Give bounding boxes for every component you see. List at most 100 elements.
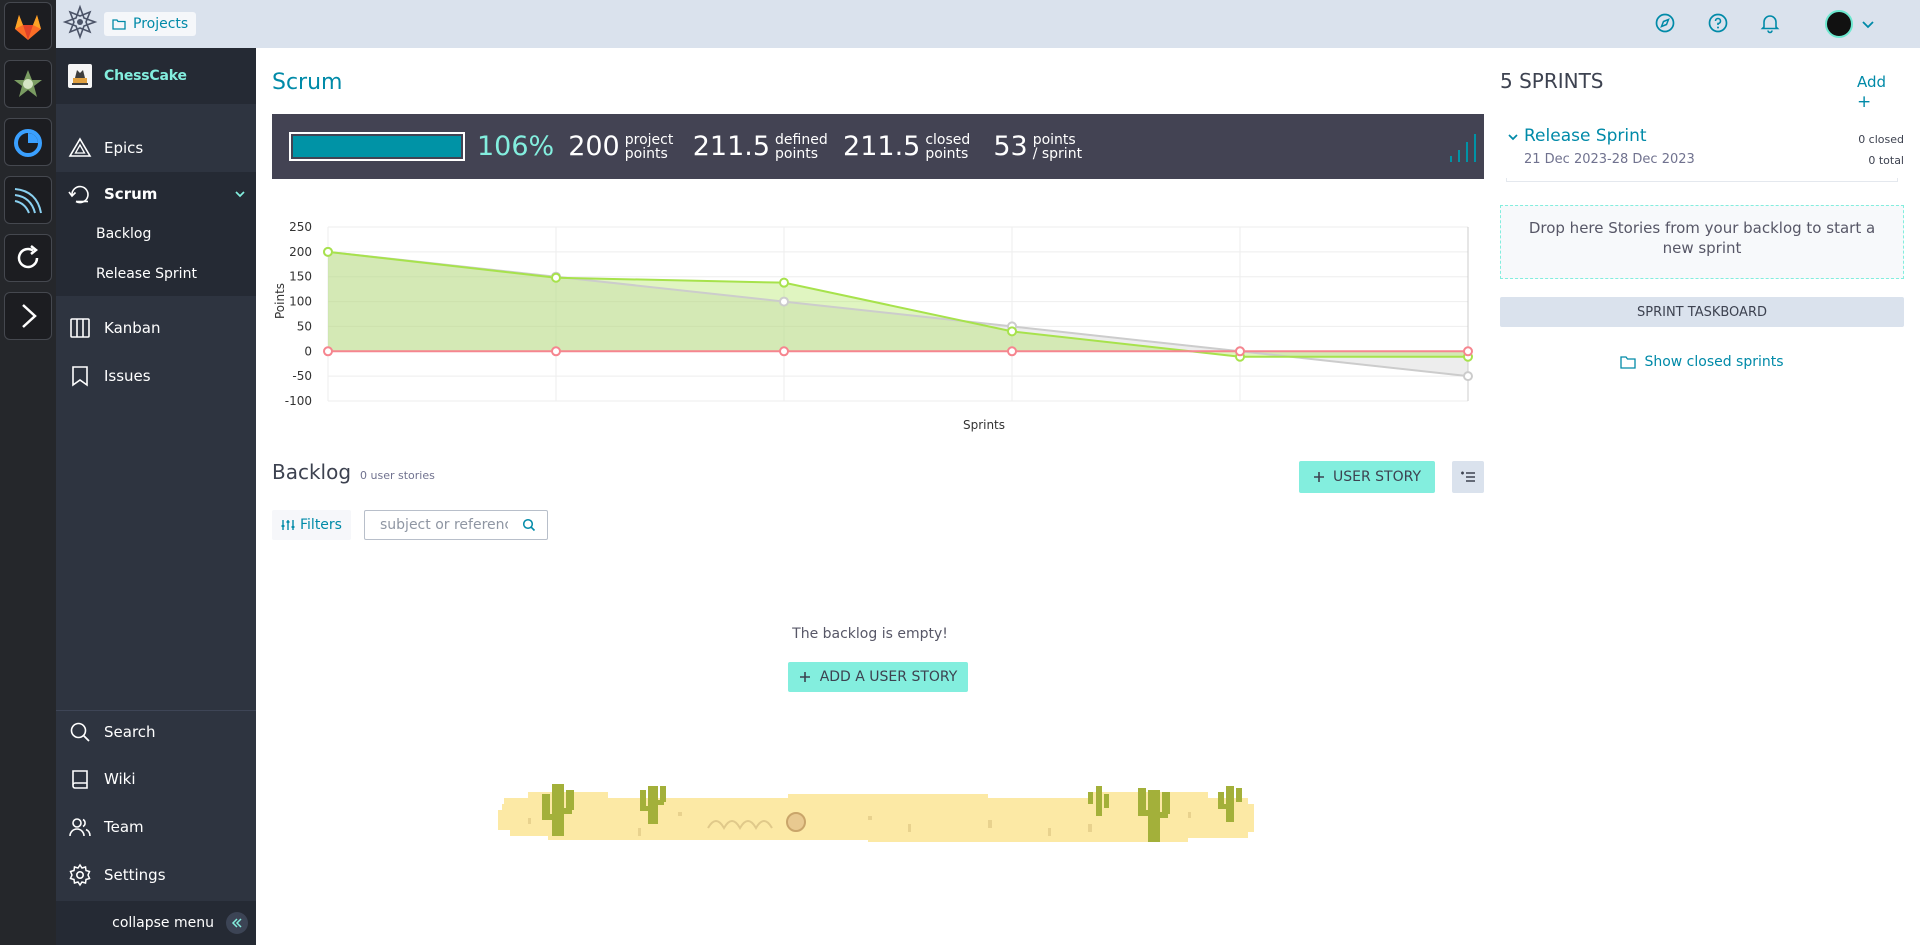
project-logo: [68, 64, 92, 88]
sidebar-item-issues[interactable]: Issues: [56, 354, 256, 398]
empty-backlog-message: The backlog is empty!: [792, 626, 948, 642]
sprint-closed-count: 0 closed: [1858, 133, 1904, 146]
y-axis-label: Points: [273, 283, 287, 319]
add-user-story-button[interactable]: USER STORY: [1299, 461, 1435, 493]
help-icon[interactable]: [1707, 12, 1729, 34]
chevron-down-icon[interactable]: [1507, 133, 1519, 141]
stat-closed-points: 211.5 closed points: [843, 131, 971, 162]
projects-button[interactable]: Projects: [104, 12, 197, 36]
series-1-point: [779, 277, 789, 288]
folder-icon: [112, 19, 126, 30]
arrow-app-icon[interactable]: [4, 292, 52, 340]
show-closed-sprints-link[interactable]: Show closed sprints: [1500, 354, 1904, 370]
wiki-icon: [72, 770, 88, 789]
sidebar-item-label: Team: [104, 818, 144, 836]
project-header[interactable]: ChessCake: [56, 48, 256, 104]
list-add-icon: [1461, 471, 1475, 482]
y-tick-label: -100: [285, 394, 312, 408]
compass-icon[interactable]: [1654, 12, 1676, 34]
add-sprint-button[interactable]: Add +: [1857, 72, 1904, 112]
series-1-point: [1007, 326, 1017, 337]
y-tick-label: -50: [292, 369, 312, 383]
sidebar-item-epics[interactable]: Epics: [56, 126, 256, 170]
issues-icon: [72, 366, 88, 387]
search-icon: [70, 722, 90, 742]
gitlab-app-icon[interactable]: [4, 2, 52, 50]
series-2-point: [779, 346, 789, 357]
y-tick-label: 200: [289, 245, 312, 259]
backlog-search[interactable]: [364, 510, 548, 540]
plus-icon: [799, 672, 810, 682]
sidebar-item-team[interactable]: Team: [56, 805, 256, 849]
bulk-add-button[interactable]: [1452, 461, 1484, 493]
page-title: Scrum: [272, 70, 343, 95]
y-axis-ticks: 250 200 150 100 50 0 -50 -100: [285, 220, 312, 408]
collapse-menu-button[interactable]: [226, 912, 248, 934]
app-dock: [0, 0, 56, 945]
stat-points-per-sprint: 53 points / sprint: [993, 131, 1083, 162]
empty-desert-illustration: [498, 784, 1254, 842]
sidebar-item-label: Search: [104, 723, 156, 741]
series-0-point: [779, 296, 789, 307]
scrum-icon: [68, 185, 89, 204]
sprint-name[interactable]: Release Sprint: [1524, 126, 1647, 146]
plus-icon: [1314, 472, 1324, 482]
add-a-user-story-button[interactable]: ADD A USER STORY: [788, 662, 968, 692]
submenu-release-sprint[interactable]: Release Sprint: [96, 266, 197, 282]
series-2-point: [1007, 346, 1017, 357]
taiga-logo-icon[interactable]: [62, 4, 98, 40]
y-tick-label: 100: [289, 295, 312, 309]
settings-gear-icon: [69, 863, 91, 887]
double-chevron-left-icon: [231, 918, 242, 928]
sprint-total-count: 0 total: [1868, 154, 1904, 167]
collapse-menu[interactable]: collapse menu: [56, 901, 256, 945]
sidebar-item-scrum[interactable]: Scrum: [56, 172, 256, 216]
sidebar-item-settings[interactable]: Settings: [56, 853, 256, 897]
sprint-drop-zone[interactable]: Drop here Stories from your backlog to s…: [1500, 205, 1904, 279]
filters-button[interactable]: Filters: [272, 510, 351, 540]
team-icon: [69, 818, 91, 837]
sidebar-item-label: Scrum: [104, 185, 158, 203]
sidebar-item-label: Issues: [104, 367, 151, 385]
series-2-point: [551, 346, 561, 357]
sidebar-item-search[interactable]: Search: [56, 710, 256, 754]
collapse-menu-label: collapse menu: [112, 915, 214, 931]
search-input[interactable]: [380, 517, 508, 533]
sidebar-item-kanban[interactable]: Kanban: [56, 306, 256, 350]
x-axis-label: Sprints: [963, 418, 1005, 432]
series-area-1: [328, 251, 1468, 357]
sprint-taskboard-button[interactable]: SPRINT TASKBOARD: [1500, 297, 1904, 327]
kanban-icon: [70, 318, 90, 338]
progress-bar: [289, 132, 465, 161]
user-menu[interactable]: [1819, 6, 1889, 42]
folder-icon: [1620, 356, 1637, 369]
project-name: ChessCake: [104, 68, 187, 84]
series-2-point: [1235, 346, 1245, 357]
series-1-point: [551, 272, 561, 283]
inkscape-app-icon[interactable]: [4, 60, 52, 108]
projects-label: Projects: [133, 16, 189, 32]
burndown-chart: 250 200 150 100 50 0 -50 -100 Sprints Points: [273, 220, 1473, 432]
progress-bar-fill: [293, 136, 461, 157]
sprint-stats-bar: 106% 200 project points 211.5 defined po…: [272, 114, 1484, 179]
sidebar-item-label: Settings: [104, 866, 166, 884]
filter-sliders-icon: [281, 520, 295, 530]
sprint-progress-bar: [1506, 178, 1898, 182]
notifications-bell-icon[interactable]: [1759, 12, 1781, 34]
sprint-dates: 21 Dec 2023-28 Dec 2023: [1524, 152, 1695, 167]
timer-app-icon[interactable]: [4, 118, 52, 166]
chevron-down-icon[interactable]: [234, 190, 246, 198]
refresh-app-icon[interactable]: [4, 234, 52, 282]
backlog-title: Backlog: [272, 460, 352, 484]
graph-toggle-icon[interactable]: [1447, 130, 1483, 164]
sidebar-item-wiki[interactable]: Wiki: [56, 757, 256, 801]
submenu-backlog[interactable]: Backlog: [96, 226, 151, 242]
series-2-point: [323, 346, 333, 357]
terminal-app-icon[interactable]: [4, 176, 52, 224]
y-tick-label: 150: [289, 270, 312, 284]
sidebar-item-label: Wiki: [104, 770, 136, 788]
sidebar-item-label: Epics: [104, 139, 144, 157]
series-1-point: [323, 246, 333, 257]
y-tick-label: 50: [297, 319, 312, 333]
top-navigation-bar: Projects: [56, 0, 1920, 48]
